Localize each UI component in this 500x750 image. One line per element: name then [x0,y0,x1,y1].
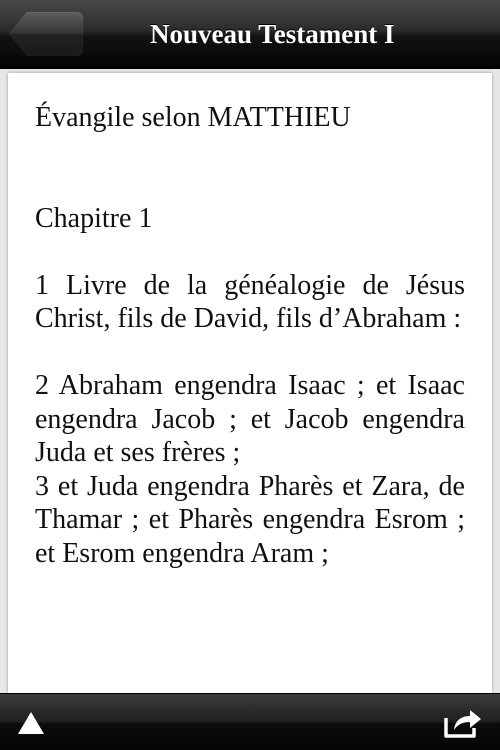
book-title: Évangile selon MATTHIEU [35,102,351,133]
verse-2: 2 Abraham engendra Isaac ; et Isaac enge… [35,370,465,468]
verse-gap [35,336,465,370]
bottom-toolbar [0,693,500,750]
back-button-face [10,13,82,55]
app-window: Nouveau Testament I Évangile selon MATTH… [0,0,500,750]
content-frame: Évangile selon MATTHIEU Chapitre 1 1 Liv… [0,69,500,693]
scroll-up-button[interactable] [14,708,48,738]
up-triangle-icon [18,712,44,734]
navigation-bar: Nouveau Testament I [0,0,500,68]
verse-1: 1 Livre de la généalogie de Jésus Christ… [35,269,465,335]
chapter-title: Chapitre 1 [35,202,153,234]
reader-page[interactable]: Évangile selon MATTHIEU Chapitre 1 1 Liv… [8,73,492,693]
back-button[interactable] [9,12,83,56]
reader-text: Évangile selon MATTHIEU Chapitre 1 1 Liv… [35,101,465,570]
page-title: Nouveau Testament I [150,19,395,49]
verse-3: 3 et Juda engendra Pharès et Zara, de Th… [35,470,465,569]
share-button[interactable] [442,706,484,740]
share-icon [444,710,481,738]
